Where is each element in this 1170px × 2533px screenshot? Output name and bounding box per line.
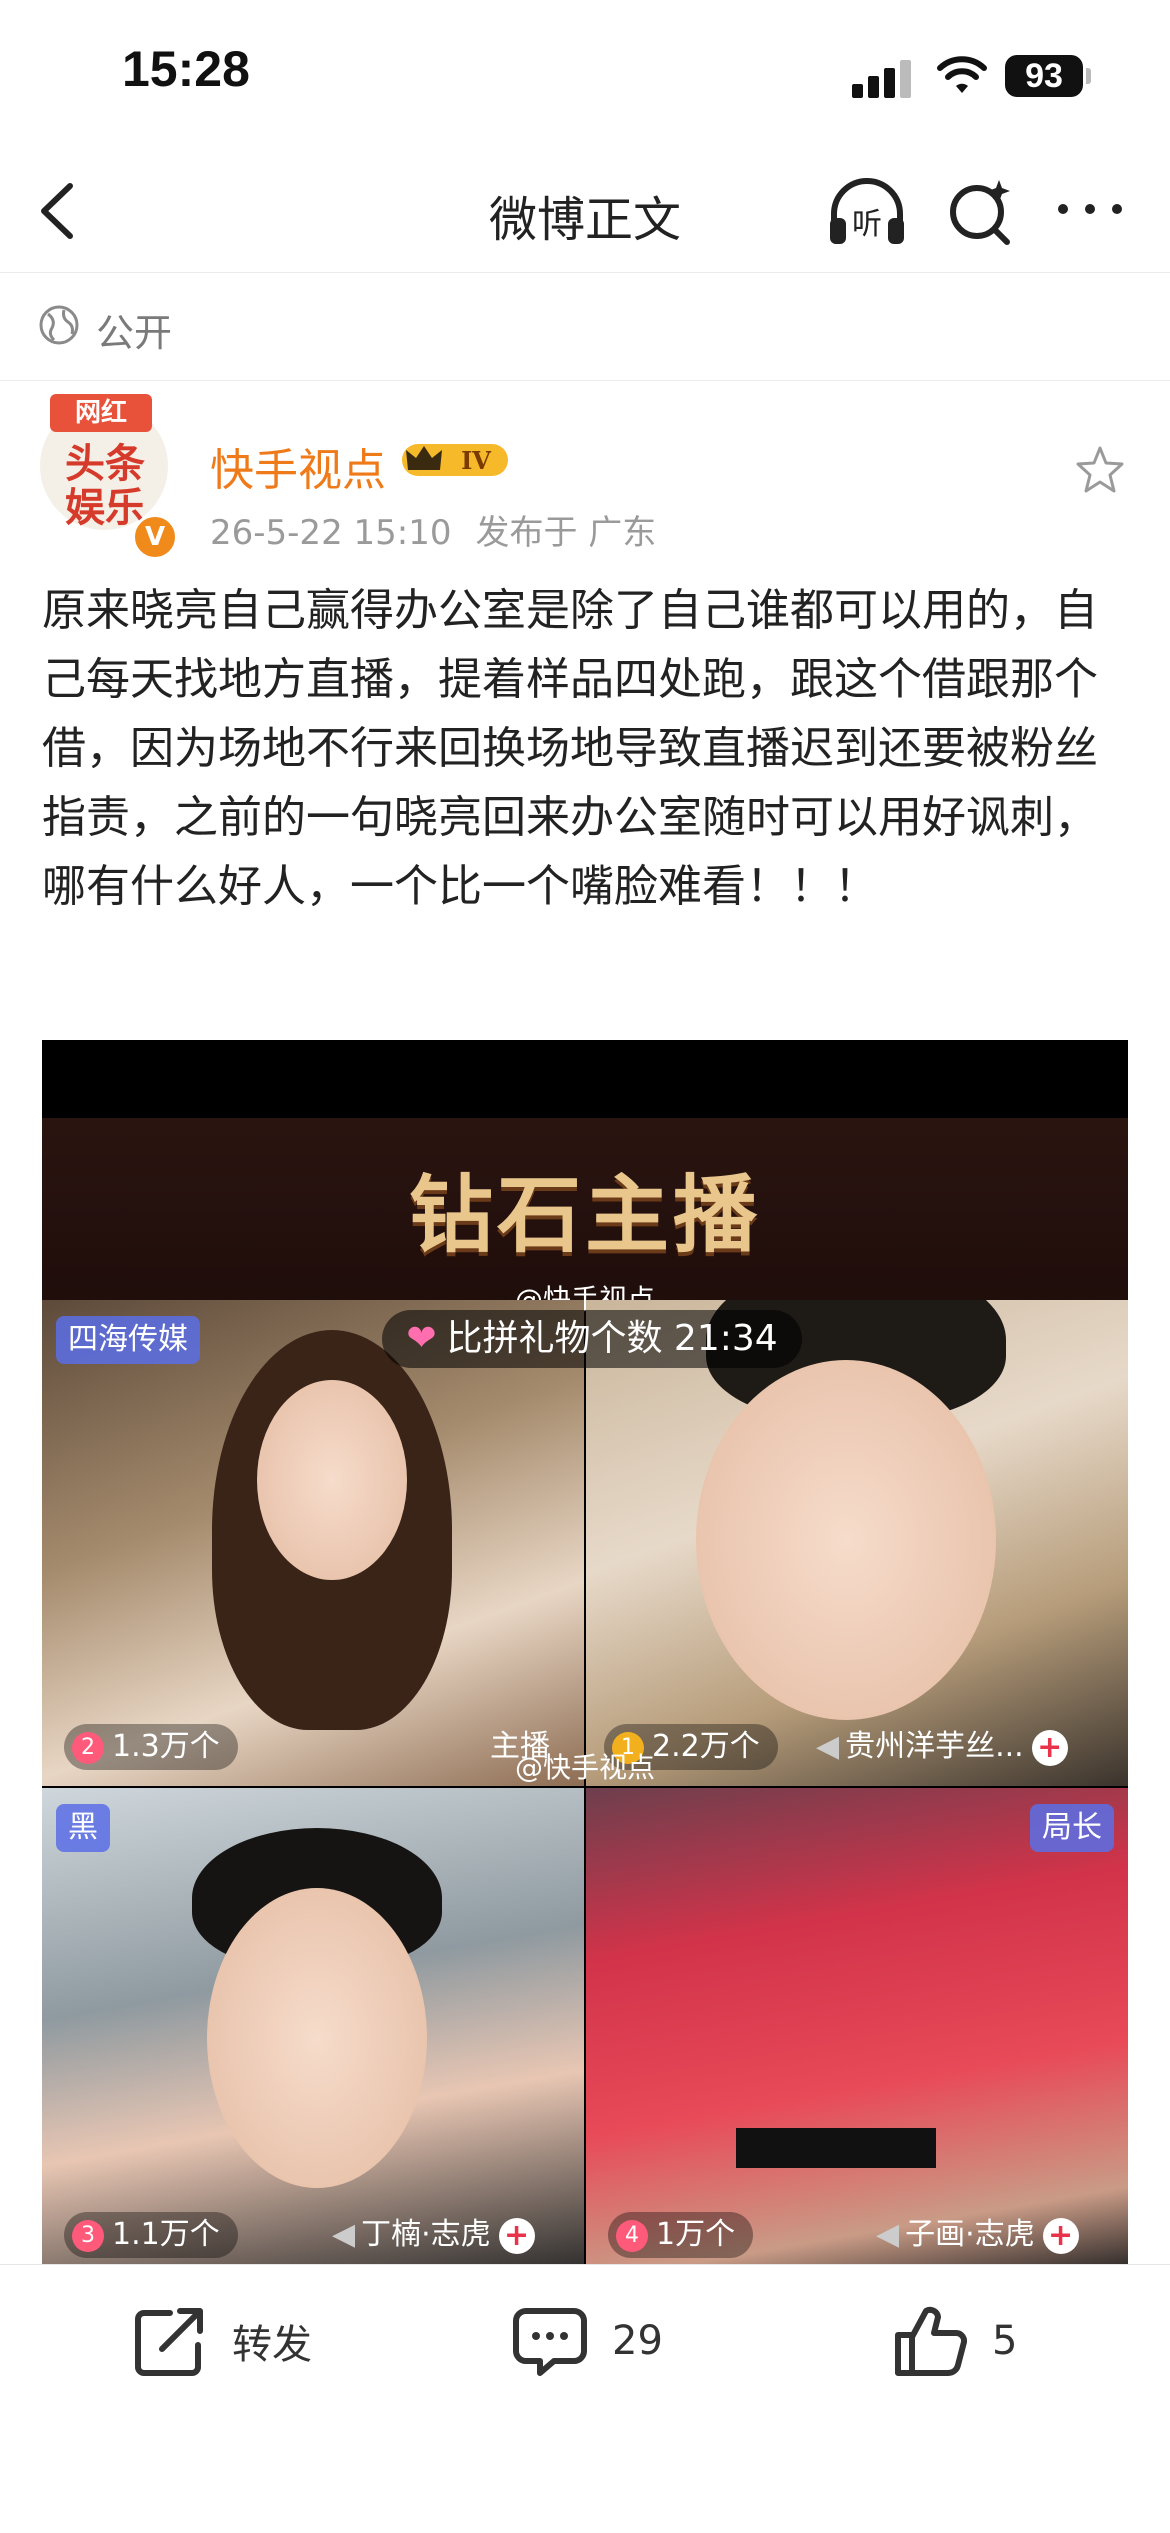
action-bar: 转发 29 5 (0, 2264, 1170, 2533)
post-location: 发布于 广东 (475, 513, 657, 553)
svg-text:听: 听 (852, 207, 882, 242)
member-crown-icon: IV (402, 444, 508, 476)
repost-button[interactable]: 转发 (130, 2301, 312, 2381)
favorite-star-icon[interactable] (1074, 444, 1126, 496)
headphones-listen-icon[interactable]: 听 (824, 172, 910, 252)
stream-cell-4: 局长 4 1万个 ◀ 子画·志虎 + (586, 1788, 1128, 2265)
comment-icon (513, 2308, 587, 2376)
status-bar: 15:28 93 (0, 0, 1170, 150)
comment-count: 29 (612, 2318, 663, 2364)
post-meta: 26-5-22 15:10 发布于 广东 (210, 505, 656, 554)
cell-score: 4 1万个 (608, 2212, 754, 2258)
stream-cell-1: 四海传媒 2 1.3万个 主播 (42, 1300, 584, 1786)
nav-bar: 微博正文 听 (0, 150, 1170, 273)
stream-cell-3: 黑 3 1.1万个 ◀ 丁楠·志虎 + (42, 1788, 584, 2265)
like-button[interactable]: 5 (890, 2301, 1017, 2381)
cell-tag: 局长 (1030, 1804, 1114, 1852)
battery-tip (1086, 68, 1091, 84)
privacy-label: 公开 (96, 311, 173, 355)
avatar-ribbon: 网红 (50, 394, 152, 432)
cell-tag: 四海传媒 (56, 1316, 200, 1364)
cell-label: ◀ 丁楠·志虎 + (332, 2212, 535, 2258)
search-sparkle-icon[interactable] (945, 176, 1015, 246)
cell-tag: 黑 (56, 1804, 110, 1852)
post-text: 原来晓亮自己赢得办公室是除了自己谁都可以用的，自己每天找地方直播，提着样品四处跑… (42, 585, 1098, 912)
battery-icon: 93 (1005, 55, 1083, 97)
thumbs-up-icon (895, 2306, 968, 2376)
level-badge: IV (461, 446, 491, 475)
like-count: 5 (992, 2318, 1018, 2364)
globe-icon (39, 305, 79, 345)
pk-timer: ❤ 比拼礼物个数 21:34 (382, 1310, 802, 1368)
post-image[interactable]: 钻石主播 @快手视点 四海传媒 2 1.3万个 主播 1 2.2万个 ◀ 贵州洋芋丝.… (42, 1040, 1128, 2265)
repost-icon (135, 2308, 203, 2376)
post-date: 26-5-22 15:10 (210, 513, 452, 553)
status-time: 15:28 (122, 41, 250, 97)
watermark-mid: @快手视点 (514, 1751, 655, 1784)
stream-cell-2: 1 2.2万个 ◀ 贵州洋芋丝... + (586, 1300, 1128, 1786)
signal-icon (852, 58, 912, 98)
more-options-icon[interactable] (1055, 194, 1125, 224)
banner-title: 钻石主播 (408, 1165, 761, 1264)
wifi-icon (937, 56, 987, 93)
privacy-row: 公开 (0, 272, 1170, 381)
verified-badge-icon: V (132, 514, 178, 560)
comment-button[interactable]: 29 (510, 2301, 663, 2381)
author-row: 网红 头条娱乐 V 快手视点 IV 26-5-22 15:10 发布于 广东 (0, 380, 1170, 580)
avatar[interactable]: 网红 头条娱乐 V (40, 394, 178, 560)
cell-label: ◀ 子画·志虎 + (876, 2212, 1079, 2258)
cell-score: 3 1.1万个 (64, 2212, 238, 2258)
repost-label: 转发 (232, 2322, 312, 2368)
author-name[interactable]: 快手视点 (210, 434, 386, 498)
